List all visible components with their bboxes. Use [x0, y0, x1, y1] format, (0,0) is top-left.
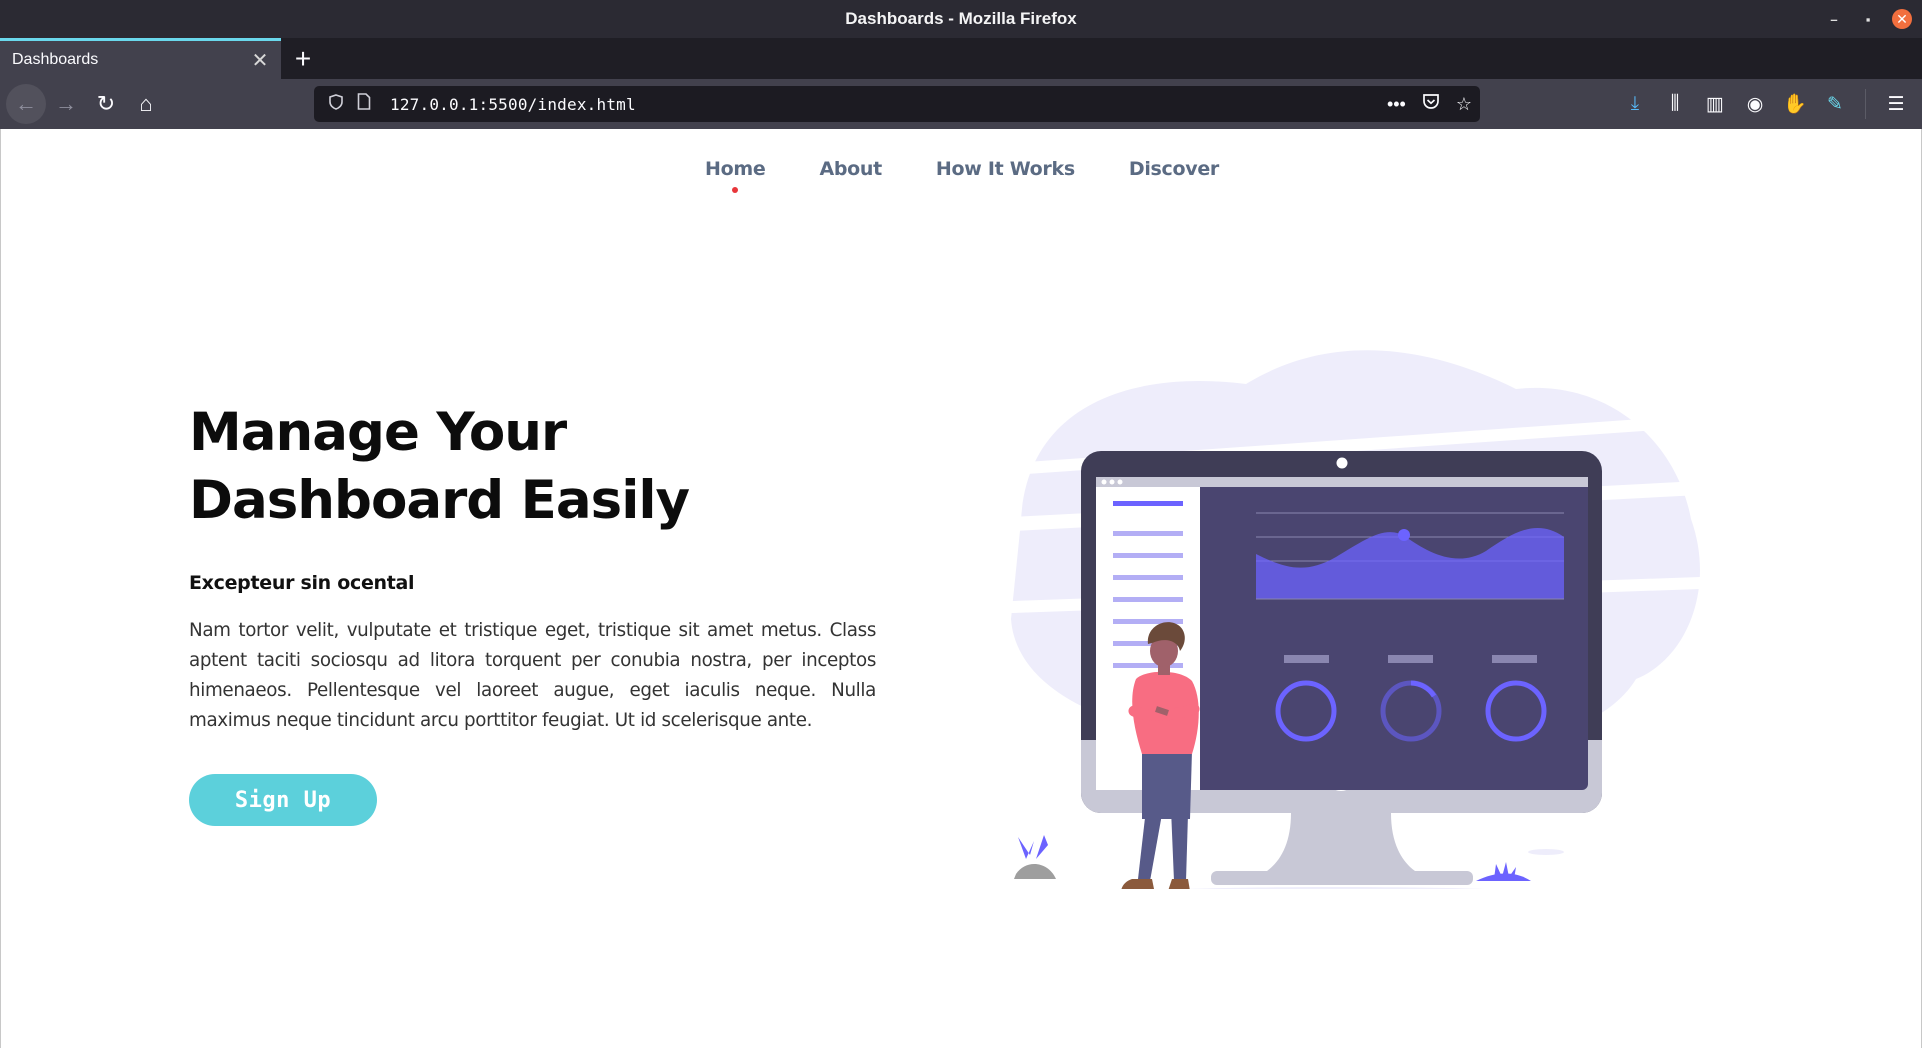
browser-dot	[1101, 479, 1107, 485]
site-navigation: Home About How It Works Discover	[1, 129, 1922, 209]
nav-link-home[interactable]: Home	[705, 158, 766, 193]
sidebar-icon[interactable]: ▥	[1699, 84, 1731, 124]
person-leg	[1138, 809, 1162, 881]
browser-dot	[1109, 479, 1115, 485]
sign-up-button[interactable]: Sign Up	[189, 774, 377, 826]
nav-link-about[interactable]: About	[819, 158, 882, 180]
nav-link-how-it-works[interactable]: How It Works	[936, 158, 1075, 180]
person-hand	[1155, 706, 1169, 716]
stat-label	[1492, 655, 1537, 663]
hero-subtitle: Excepteur sin ocental	[189, 572, 415, 594]
forward-arrow-icon[interactable]: →	[46, 84, 86, 124]
splash-shadow	[1528, 849, 1564, 855]
minimize-button[interactable]: –	[1824, 9, 1844, 29]
person-shoe	[1168, 879, 1190, 889]
close-tab-icon[interactable]: ✕	[249, 49, 271, 72]
hero-text: Manage Your Dashboard Easily Excepteur s…	[189, 399, 876, 826]
sidebar-line	[1113, 553, 1183, 558]
reload-icon[interactable]: ↻	[86, 84, 126, 124]
sidebar-line	[1113, 597, 1183, 602]
tracking-shield-icon[interactable]	[322, 94, 350, 114]
dashboard-illustration	[966, 350, 1736, 889]
back-arrow-icon[interactable]: ←	[6, 84, 46, 124]
bookmark-star-icon[interactable]: ☆	[1456, 94, 1472, 115]
window-titlebar: Dashboards - Mozilla Firefox – ▪ ✕	[0, 0, 1922, 38]
sidebar-line	[1113, 663, 1183, 668]
window-title: Dashboards - Mozilla Firefox	[845, 9, 1077, 28]
menu-icon[interactable]: ☰	[1880, 84, 1912, 124]
page-viewport: Home About How It Works Discover Manage …	[0, 129, 1922, 1048]
monitor-base	[1211, 871, 1473, 885]
maximize-button[interactable]: ▪	[1858, 9, 1878, 29]
floor-shadow	[1187, 887, 1485, 889]
browser-bar	[1096, 477, 1588, 487]
new-tab-button[interactable]: +	[281, 38, 325, 79]
sidebar-line	[1113, 575, 1183, 580]
nav-link-discover[interactable]: Discover	[1129, 158, 1219, 180]
hero-title: Manage Your Dashboard Easily	[189, 399, 876, 535]
toolbar-separator	[1865, 89, 1866, 119]
toolbar-right: ⤓ ⫼ ▥ ◉ ✋ ✎ ☰	[1619, 84, 1912, 124]
downloads-icon[interactable]: ⤓	[1619, 84, 1651, 124]
chart-point	[1398, 529, 1410, 541]
navigation-toolbar: ← → ↻ ⌂ 127.0.0.1:5500/index.html ••• ☆ …	[0, 79, 1922, 129]
home-icon[interactable]: ⌂	[126, 84, 166, 124]
browser-dot	[1117, 479, 1123, 485]
page-actions-icon[interactable]: •••	[1387, 94, 1406, 115]
tab-label: Dashboards	[12, 51, 99, 68]
hero-title-line-2: Dashboard Easily	[189, 470, 690, 531]
url-actions: ••• ☆	[1387, 86, 1472, 122]
pocket-icon[interactable]	[1422, 93, 1440, 115]
hero-body-text: Nam tortor velit, vulputate et tristique…	[189, 620, 876, 731]
stat-label	[1284, 655, 1329, 663]
splash-shape	[1494, 862, 1516, 879]
tab-strip: Dashboards ✕ +	[0, 38, 1922, 79]
close-window-button[interactable]: ✕	[1892, 9, 1912, 29]
person-leg	[1171, 809, 1188, 881]
monitor-camera	[1336, 457, 1348, 469]
url-text[interactable]: 127.0.0.1:5500/index.html	[390, 95, 636, 114]
colorpicker-extension-icon[interactable]: ✎	[1819, 84, 1851, 124]
sidebar-header-bar	[1113, 501, 1183, 506]
plant-leaf	[1036, 835, 1048, 859]
plant-leaf	[1018, 837, 1034, 859]
monitor-stand	[1256, 813, 1426, 877]
url-bar[interactable]: 127.0.0.1:5500/index.html ••• ☆	[314, 86, 1480, 122]
person-shoe	[1121, 879, 1154, 889]
page-info-icon[interactable]	[350, 93, 378, 115]
person-hips	[1142, 751, 1192, 819]
plant-rock	[1014, 863, 1056, 879]
gnome-extension-icon[interactable]: ✋	[1779, 84, 1811, 124]
window-controls: – ▪ ✕	[1824, 0, 1912, 38]
stat-label	[1388, 655, 1433, 663]
account-icon[interactable]: ◉	[1739, 84, 1771, 124]
library-icon[interactable]: ⫼	[1659, 84, 1691, 124]
sidebar-line	[1113, 531, 1183, 536]
tab-dashboards[interactable]: Dashboards ✕	[0, 38, 281, 79]
hero-title-line-1: Manage Your	[189, 402, 567, 463]
